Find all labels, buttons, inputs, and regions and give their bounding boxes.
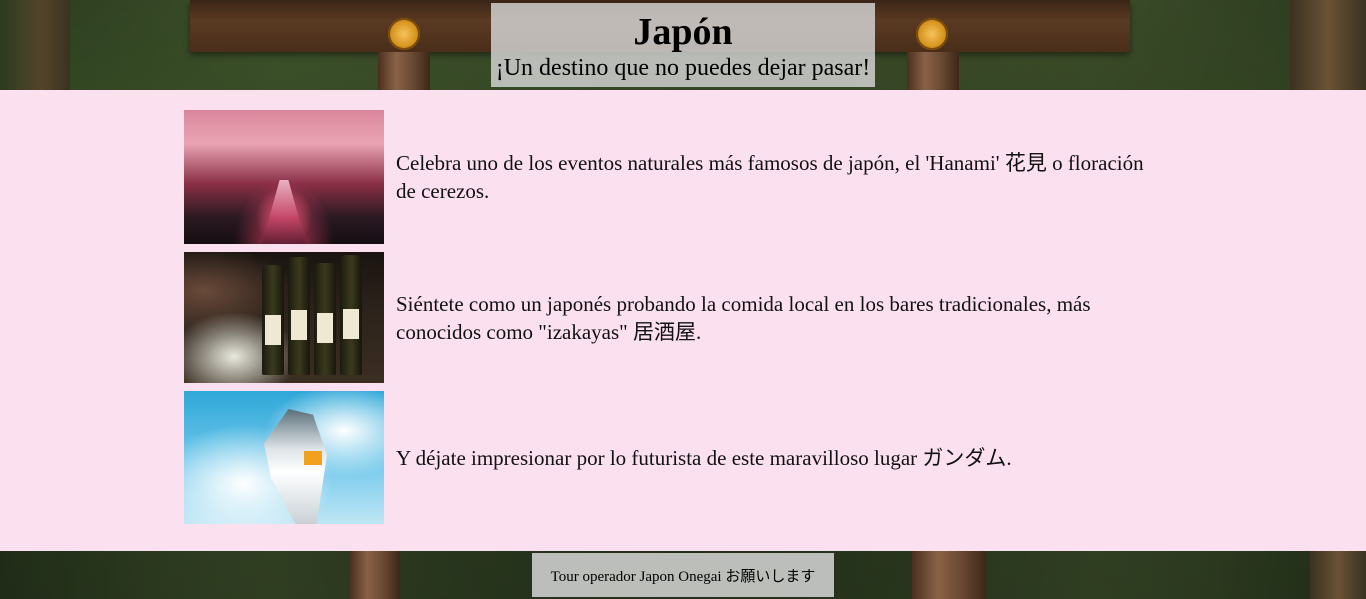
sake-bottle xyxy=(314,263,336,375)
background-tree-right-bottom xyxy=(1310,551,1366,599)
feature-row-hanami: Celebra uno de los eventos naturales más… xyxy=(184,110,1156,244)
sake-bottle xyxy=(340,255,362,375)
background-tree-left xyxy=(0,0,70,90)
torii-pillar-right xyxy=(907,52,959,90)
page-footer: Tour operador Japon Onegai お願いします xyxy=(532,553,834,597)
torii-crest-right xyxy=(916,18,948,50)
page-header: Japón ¡Un destino que no puedes dejar pa… xyxy=(491,3,875,87)
gundam-statue-image xyxy=(184,391,384,524)
torii-crest-left xyxy=(388,18,420,50)
sake-bottle xyxy=(288,257,310,375)
background-tree-right xyxy=(1290,0,1366,90)
sake-bottle xyxy=(262,265,284,375)
torii-pillar-left xyxy=(378,52,430,90)
feature-row-izakaya: Siéntete como un japonés probando la com… xyxy=(184,252,1156,383)
page-subtitle: ¡Un destino que no puedes dejar pasar! xyxy=(495,55,871,81)
feature-text-izakaya: Siéntete como un japonés probando la com… xyxy=(396,291,1091,344)
torii-pillar-left-bottom xyxy=(350,551,400,599)
cherry-blossom-image xyxy=(184,110,384,244)
sake-bottles-image xyxy=(184,252,384,383)
feature-text-hanami: Celebra uno de los eventos naturales más… xyxy=(396,151,1144,203)
torii-pillar-right-bottom xyxy=(912,551,986,599)
footer-text: Tour operador Japon Onegai お願いします xyxy=(550,568,816,585)
feature-row-gundam: Y déjate impresionar por lo futurista de… xyxy=(184,391,1156,524)
feature-text-gundam: Y déjate impresionar por lo futurista de… xyxy=(396,445,1012,470)
page-title: Japón xyxy=(633,11,733,53)
main-content: Celebra uno de los eventos naturales más… xyxy=(0,90,1366,551)
